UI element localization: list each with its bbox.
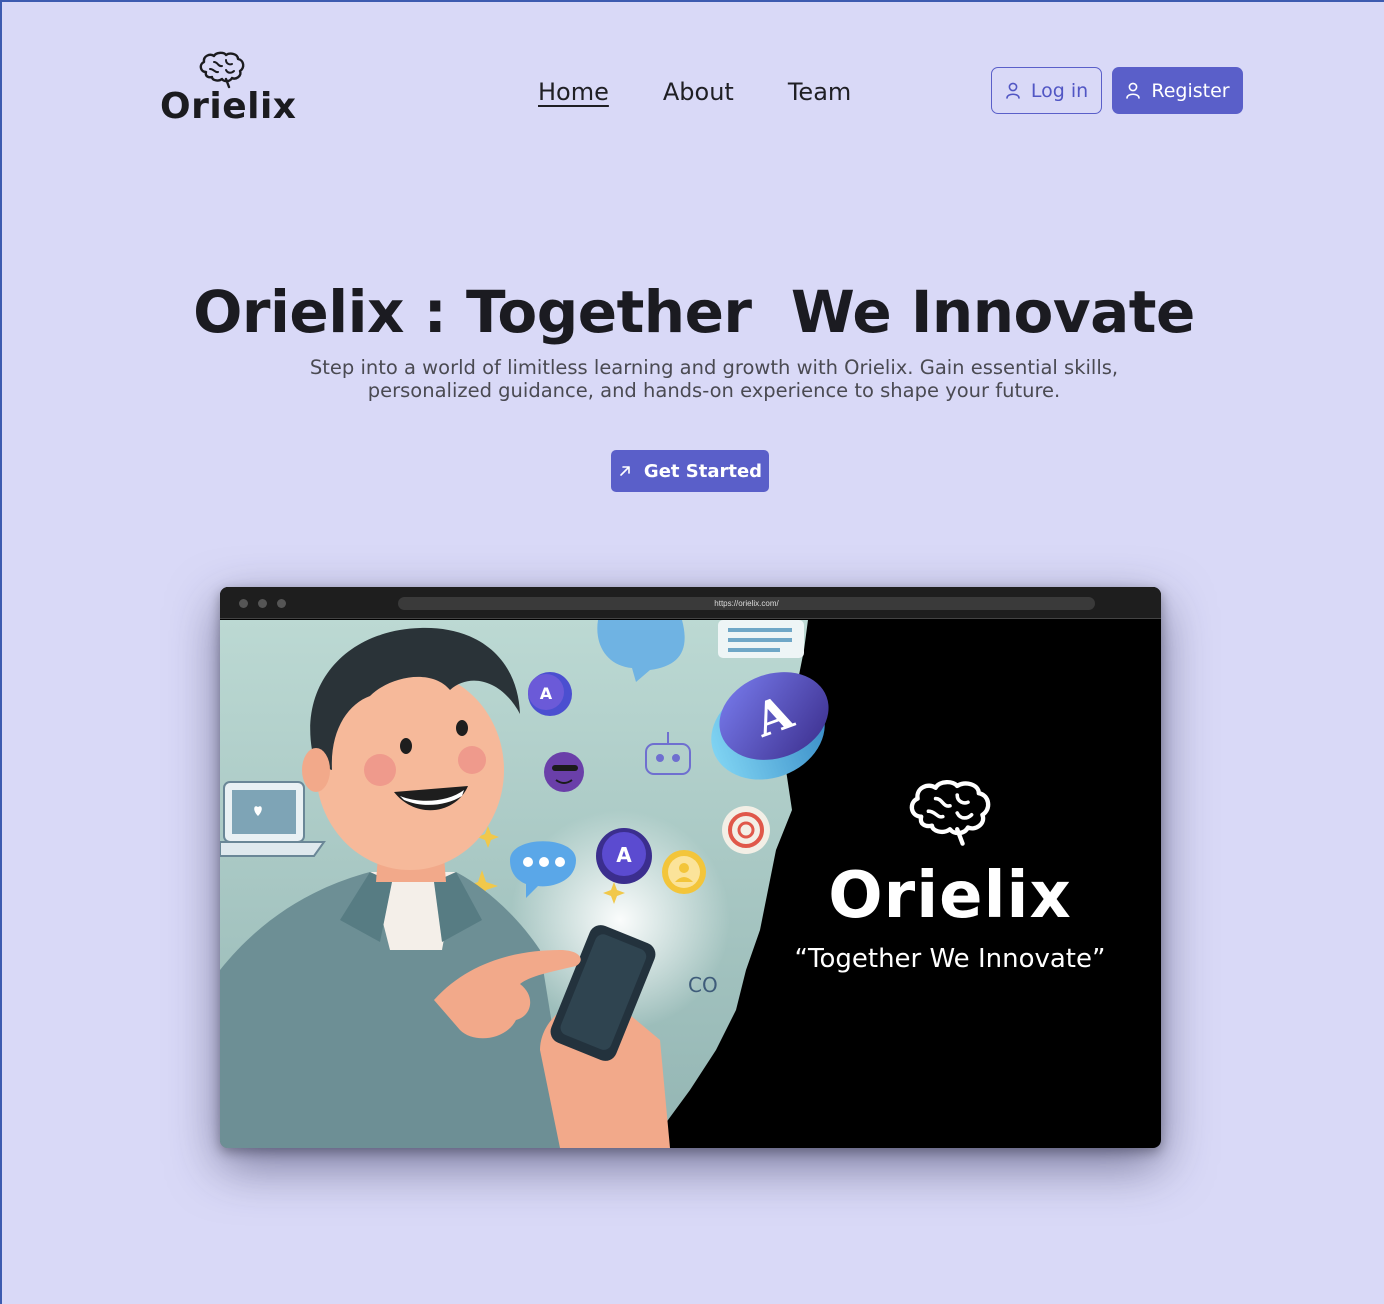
get-started-label: Get Started [643,460,763,482]
user-icon [1006,82,1020,99]
register-button[interactable]: Register [1112,67,1243,114]
brand-logo[interactable]: Orielix [160,50,297,127]
window-dot-icon [258,599,267,608]
preview-brand: Orielix “Together We Innovate” [780,777,1120,974]
register-label: Register [1151,79,1230,102]
user-icon [1126,82,1141,99]
arrow-up-right-icon [620,466,630,476]
hero-title: Orielix : Together We Innovate [193,278,1195,346]
nav-team[interactable]: Team [788,78,851,106]
address-bar: https://orielix.com/ [398,597,1095,610]
nav-about[interactable]: About [663,78,734,106]
window-dot-icon [277,599,286,608]
svg-text:A: A [616,843,632,867]
login-label: Log in [1030,79,1089,102]
nav-home[interactable]: Home [538,78,609,106]
main-nav: Home About Team [538,78,851,106]
browser-preview: https://orielix.com/ A A A CO Orielix “T… [220,587,1161,1148]
login-button[interactable]: Log in [991,67,1102,114]
preview-brand-text: Orielix [828,859,1072,933]
hero-subtitle: Step into a world of limitless learning … [309,356,1119,402]
browser-chrome: https://orielix.com/ [220,587,1161,619]
logo-text: Orielix [160,86,297,127]
brain-icon [909,780,991,846]
window-dot-icon [239,599,248,608]
preview-tagline: “Together We Innovate” [794,944,1106,974]
svg-text:A: A [540,684,553,703]
float-text: CO [688,973,718,997]
brain-icon [199,51,245,89]
get-started-button[interactable]: Get Started [611,450,769,492]
